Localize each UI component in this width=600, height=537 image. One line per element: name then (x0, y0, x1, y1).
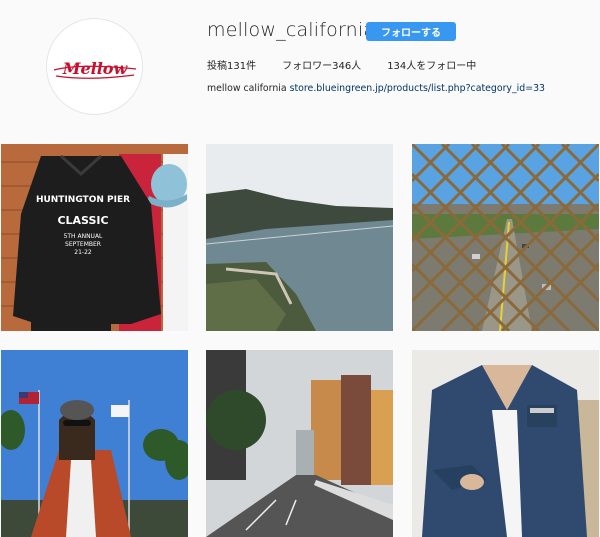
mellow-logo-icon: Mellow (53, 59, 136, 79)
followers-count[interactable]: フォロワー346人 (282, 57, 361, 72)
bio-link[interactable]: store.blueingreen.jp/products/list.php?c… (290, 83, 545, 94)
post-image-man-flags (1, 350, 188, 537)
profile-avatar[interactable]: Mellow (46, 18, 143, 115)
svg-text:Mellow: Mellow (61, 59, 128, 78)
post-thumbnail-6[interactable] (412, 350, 599, 537)
jacket-print-line-3: 5TH ANNUAL (64, 233, 103, 240)
profile-header: Mellow mellow_california フォローする 投稿131件 フ… (0, 0, 600, 130)
following-count[interactable]: 134人をフォロー中 (387, 57, 476, 72)
post-image-street (206, 350, 393, 537)
jacket-print-line-2: CLASSIC (57, 214, 108, 227)
jacket-print-line-4: SEPTEMBER (65, 241, 101, 248)
follow-button[interactable]: フォローする (366, 22, 456, 41)
jacket-print-line-1: HUNTINGTON PIER (36, 195, 130, 205)
post-thumbnail-2[interactable] (206, 144, 393, 331)
profile-username: mellow_california (207, 19, 376, 41)
posts-count: 投稿131件 (207, 61, 257, 72)
profile-stats: 投稿131件 フォロワー346人 134人をフォロー中 (207, 57, 502, 72)
post-thumbnail-1[interactable]: HUNTINGTON PIER CLASSIC 5TH ANNUAL SEPTE… (1, 144, 188, 331)
post-image-denim-shirt (412, 350, 599, 537)
post-thumbnail-4[interactable] (1, 350, 188, 537)
profile-bio: mellow california store.blueingreen.jp/p… (207, 83, 545, 94)
jacket-print-line-5: 21-22 (74, 249, 92, 256)
bio-name: mellow california (207, 83, 287, 94)
post-thumbnail-3[interactable] (412, 144, 599, 331)
post-image-freeway (412, 144, 599, 331)
post-thumbnail-5[interactable] (206, 350, 393, 537)
post-image-coastline (206, 144, 393, 331)
post-image-jacket: HUNTINGTON PIER CLASSIC 5TH ANNUAL SEPTE… (1, 144, 188, 331)
